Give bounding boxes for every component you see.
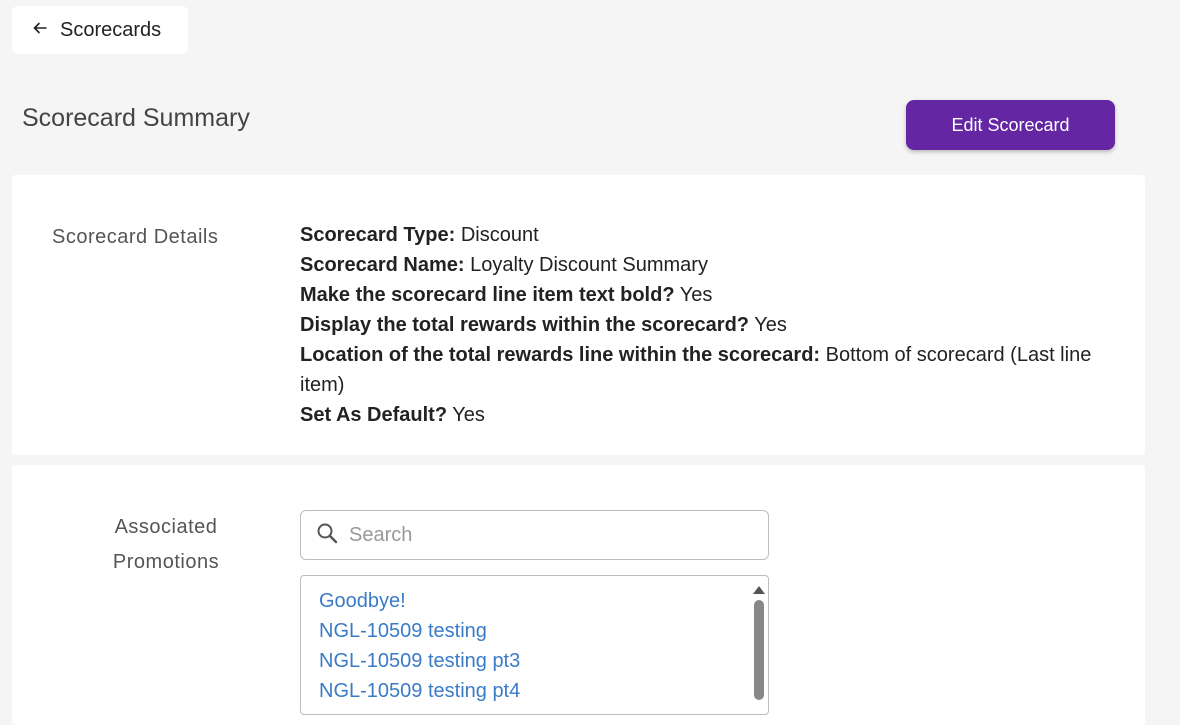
detail-value: Loyalty Discount Summary	[470, 254, 708, 276]
scorecard-details-card: Scorecard Details Scorecard Type: Discou…	[12, 175, 1145, 455]
promotions-search[interactable]	[300, 510, 769, 560]
detail-key: Display the total rewards within the sco…	[300, 314, 750, 336]
edit-scorecard-button[interactable]: Edit Scorecard	[906, 100, 1115, 150]
details-list: Scorecard Type: Discount Scorecard Name:…	[300, 220, 1140, 430]
promotion-items: Goodbye! NGL-10509 testing NGL-10509 tes…	[319, 586, 520, 706]
detail-value: Yes	[452, 404, 485, 426]
detail-row-location: Location of the total rewards line withi…	[300, 340, 1140, 400]
detail-key: Scorecard Name:	[300, 254, 465, 276]
promotion-link[interactable]: NGL-10509 testing	[319, 616, 520, 646]
detail-key: Location of the total rewards line withi…	[300, 344, 821, 366]
detail-row-display-total: Display the total rewards within the sco…	[300, 310, 1140, 340]
detail-key: Scorecard Type:	[300, 224, 456, 246]
promotions-list[interactable]: Goodbye! NGL-10509 testing NGL-10509 tes…	[300, 575, 769, 715]
detail-row-name: Scorecard Name: Loyalty Discount Summary	[300, 250, 1140, 280]
search-input[interactable]	[349, 523, 749, 547]
detail-key: Make the scorecard line item text bold?	[300, 284, 675, 306]
associated-promotions-card: Associated Promotions Goodbye! NGL-10509…	[12, 465, 1145, 725]
detail-key: Set As Default?	[300, 404, 448, 426]
detail-value: Yes	[754, 314, 787, 336]
back-to-scorecards-button[interactable]: Scorecards	[12, 6, 188, 54]
detail-row-default: Set As Default? Yes	[300, 400, 1140, 430]
detail-row-bold: Make the scorecard line item text bold? …	[300, 280, 1140, 310]
detail-value: Discount	[460, 224, 539, 246]
scorecard-details-label: Scorecard Details	[52, 226, 219, 248]
back-button-label: Scorecards	[60, 18, 162, 41]
promotions-scrollbar[interactable]	[752, 580, 766, 714]
detail-value: Yes	[679, 284, 713, 306]
promotions-label-line2: Promotions	[112, 551, 220, 573]
search-icon	[315, 521, 349, 550]
associated-promotions-label: Associated Promotions	[72, 510, 260, 580]
page-title: Scorecard Summary	[22, 104, 250, 132]
caret-up-icon[interactable]	[753, 586, 765, 594]
promotion-link[interactable]: NGL-10509 testing pt4	[319, 676, 520, 706]
scroll-thumb[interactable]	[754, 600, 764, 700]
promotions-label-line1: Associated	[114, 516, 218, 538]
detail-row-type: Scorecard Type: Discount	[300, 220, 1140, 250]
promotion-link[interactable]: Goodbye!	[319, 586, 520, 616]
arrow-left-icon	[32, 20, 60, 41]
promotion-link[interactable]: NGL-10509 testing pt3	[319, 646, 520, 676]
